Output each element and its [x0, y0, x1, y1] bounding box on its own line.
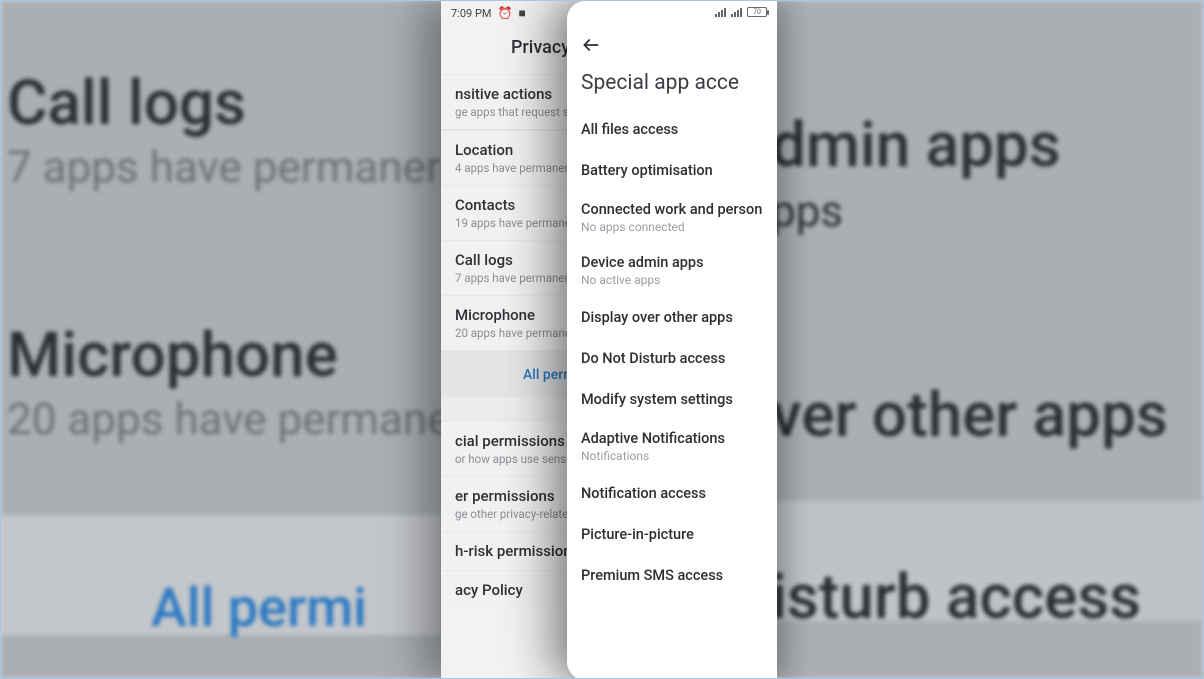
item-notification-access[interactable]: Notification access — [567, 473, 777, 514]
item-picture-in-picture[interactable]: Picture-in-picture — [567, 514, 777, 555]
signal-icon — [715, 7, 725, 17]
item-modify-system-settings[interactable]: Modify system settings — [567, 379, 777, 420]
stage: Call logs 7 apps have permaner Microphon… — [0, 0, 1204, 679]
phone-right-special-access: 70 Special app acce All files access Bat… — [567, 1, 777, 679]
item-adaptive-notifications[interactable]: Adaptive Notifications Notifications — [567, 420, 777, 473]
item-all-files-access[interactable]: All files access — [567, 109, 777, 150]
page-title: Special app acce — [567, 63, 777, 109]
statusbar-right: 70 — [567, 1, 777, 21]
status-time: 7:09 PM — [451, 7, 491, 20]
item-battery-optimisation[interactable]: Battery optimisation — [567, 150, 777, 191]
camera-icon: ■ — [518, 6, 525, 20]
bg-mic-title: Microphone — [7, 319, 338, 392]
bg-calllogs-title: Call logs — [7, 67, 246, 140]
item-do-not-disturb-access[interactable]: Do Not Disturb access — [567, 338, 777, 379]
item-device-admin-apps[interactable]: Device admin apps No active apps — [567, 244, 777, 297]
bg-overother: ver other apps — [771, 379, 1168, 452]
bg-calllogs-sub: 7 apps have permaner — [7, 141, 441, 193]
bg-all-permissions: All permi — [151, 577, 367, 640]
signal-icon-2 — [731, 7, 741, 17]
battery-icon: 70 — [747, 7, 767, 17]
bg-admin-title: dmin apps — [771, 109, 1061, 182]
arrow-left-icon — [581, 35, 601, 55]
item-display-over-other-apps[interactable]: Display over other apps — [567, 297, 777, 338]
alarm-icon: ⏰ — [497, 6, 512, 20]
bg-admin-sub: pps — [771, 185, 843, 237]
bg-disturb: isturb access — [771, 561, 1141, 634]
special-access-list: All files access Battery optimisation Co… — [567, 109, 777, 608]
item-connected-work-personal[interactable]: Connected work and person No apps connec… — [567, 191, 777, 244]
back-button[interactable] — [567, 21, 777, 63]
bg-mic-sub: 20 apps have permane — [7, 393, 451, 445]
item-premium-sms-access[interactable]: Premium SMS access — [567, 555, 777, 596]
